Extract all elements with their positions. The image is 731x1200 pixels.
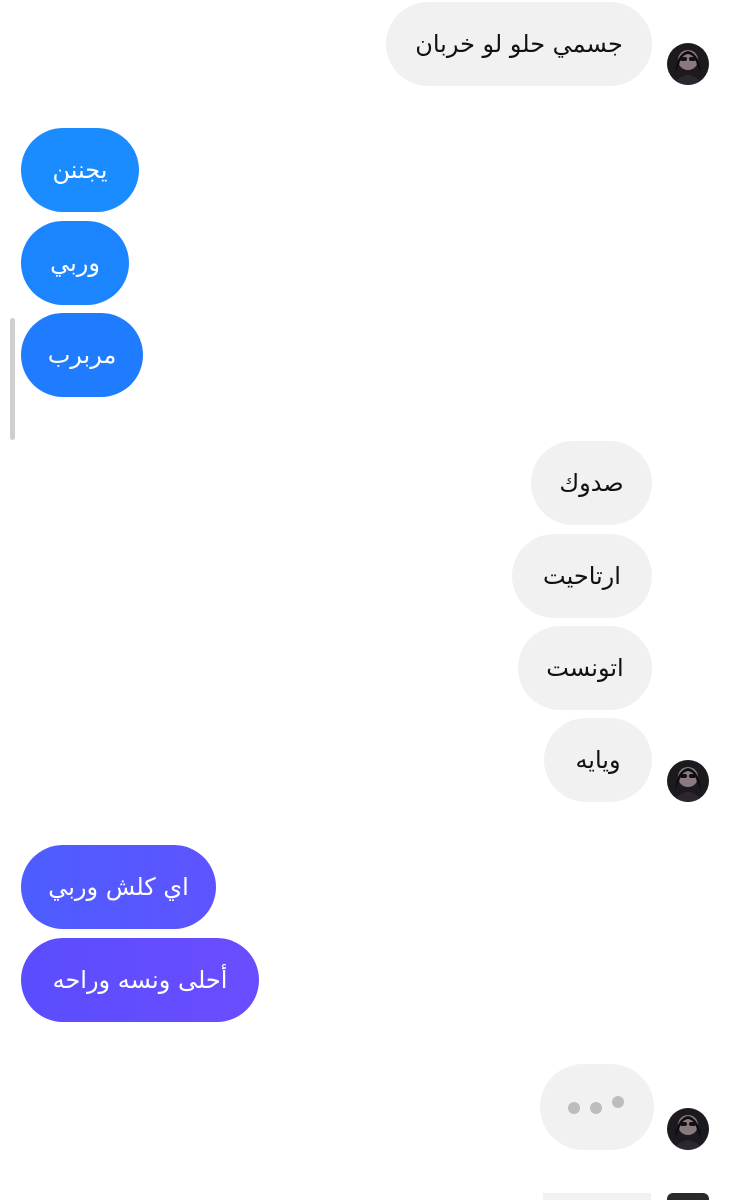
contact-avatar[interactable] <box>667 43 709 85</box>
message-text: جسمي حلو لو خربان <box>415 30 623 58</box>
outgoing-message[interactable]: يجننن <box>21 128 139 212</box>
outgoing-message[interactable]: أحلى ونسه وراحه <box>21 938 259 1022</box>
message-text: وربي <box>50 249 100 277</box>
incoming-message[interactable]: ارتاحيت <box>512 534 652 618</box>
message-text: مربرب <box>47 341 117 369</box>
cutoff-avatar <box>667 1193 709 1200</box>
message-text: ارتاحيت <box>543 562 621 590</box>
typing-dot <box>590 1102 602 1114</box>
incoming-message[interactable]: اتونست <box>518 626 652 710</box>
outgoing-message[interactable]: مربرب <box>21 313 143 397</box>
message-text: اتونست <box>546 654 624 682</box>
avatar-image <box>667 1108 709 1150</box>
typing-dot <box>568 1102 580 1114</box>
incoming-message[interactable]: جسمي حلو لو خربان <box>386 2 652 86</box>
incoming-message[interactable]: صدوك <box>531 441 652 525</box>
cutoff-bubble <box>543 1193 651 1200</box>
incoming-message[interactable]: ويايه <box>544 718 652 802</box>
message-text: اي كلش وربي <box>48 873 189 901</box>
message-text: يجننن <box>52 156 108 184</box>
message-text: أحلى ونسه وراحه <box>52 966 228 994</box>
typing-indicator <box>540 1064 654 1150</box>
outgoing-message[interactable]: وربي <box>21 221 129 305</box>
message-text: صدوك <box>559 469 624 497</box>
outgoing-message[interactable]: اي كلش وربي <box>21 845 216 929</box>
scrollbar-thumb[interactable] <box>10 318 15 440</box>
typing-dot <box>612 1096 624 1108</box>
chat-thread: جسمي حلو لو خربان يجننن وربي مربرب صدوك … <box>0 0 731 1200</box>
contact-avatar[interactable] <box>667 760 709 802</box>
message-text: ويايه <box>575 746 621 774</box>
avatar-image <box>667 43 709 85</box>
avatar-image <box>667 760 709 802</box>
contact-avatar[interactable] <box>667 1108 709 1150</box>
